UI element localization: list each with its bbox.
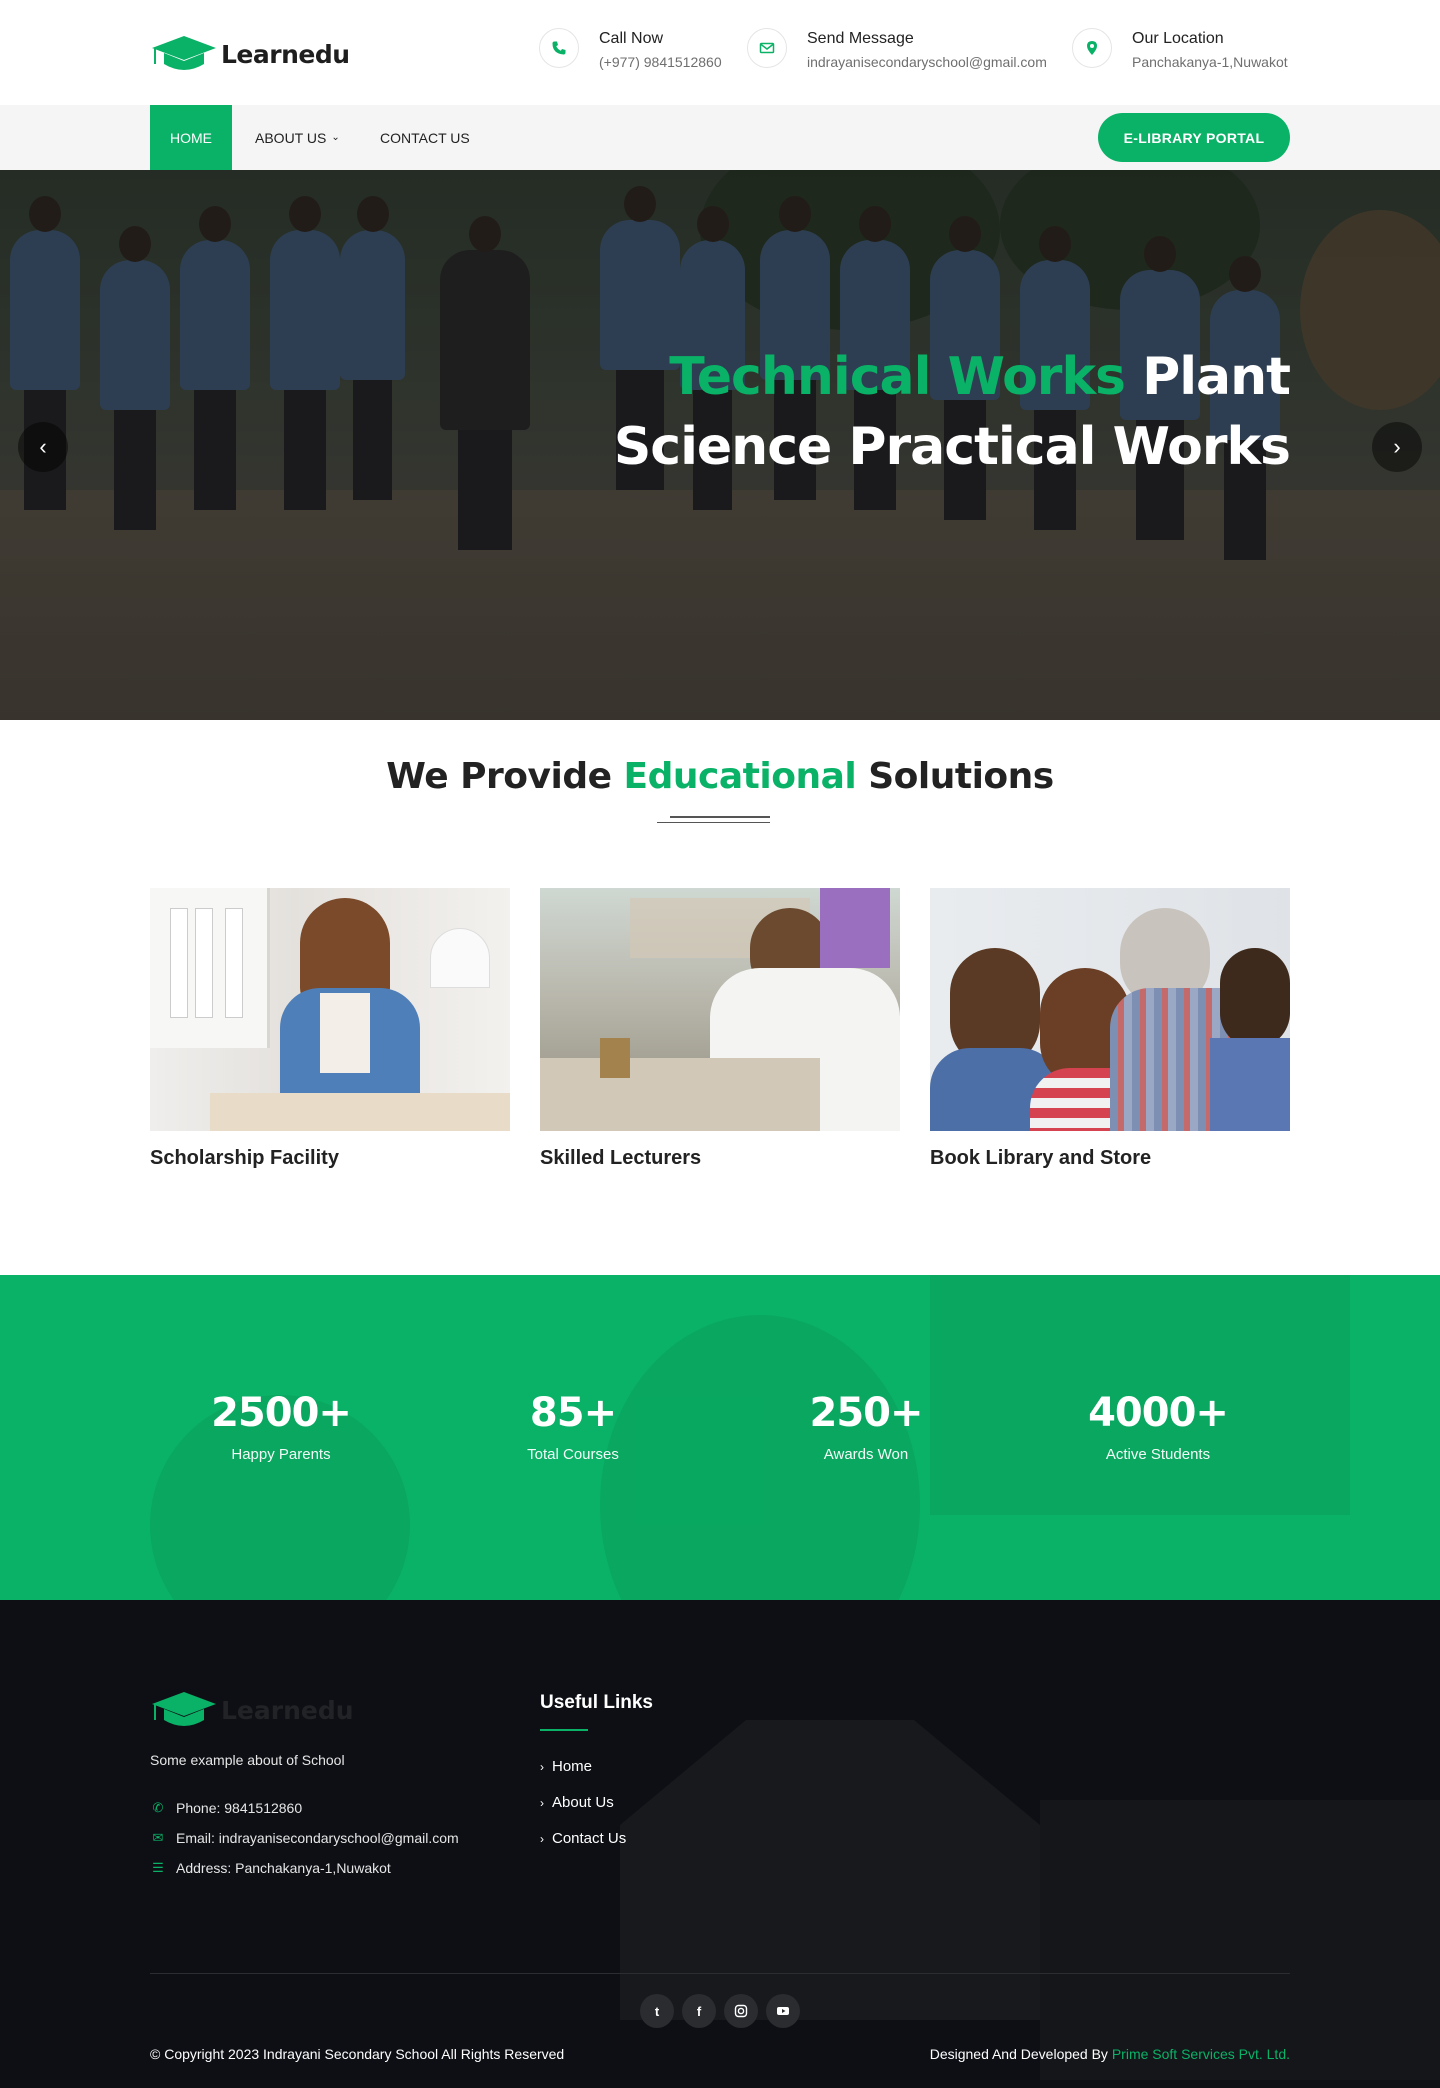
stat-label: Active Students bbox=[1105, 1446, 1211, 1463]
solutions-title-post: Solutions bbox=[856, 756, 1054, 797]
hero-slider: Technical Works Plant Science Practical … bbox=[0, 170, 1440, 720]
footer-logo-text: Learnedu bbox=[221, 1695, 354, 1725]
youtube-icon[interactable] bbox=[766, 1994, 800, 2028]
credit-link[interactable]: Prime Soft Services Pvt. Ltd. bbox=[1112, 2046, 1290, 2062]
credit-text: Designed And Developed By Prime Soft Ser… bbox=[930, 2046, 1290, 2062]
footer-about: Some example about of School bbox=[150, 1752, 345, 1768]
site-footer: Learnedu Some example about of School ✆ … bbox=[0, 1600, 1440, 2088]
graduation-cap-icon bbox=[152, 1692, 216, 1726]
chevron-right-icon: › bbox=[540, 1759, 544, 1774]
feature-card[interactable]: Book Library and Store bbox=[930, 888, 1290, 1170]
footer-link-label: Contact Us bbox=[552, 1830, 627, 1847]
hero-title-part1: Plant bbox=[1124, 347, 1291, 407]
nav-contact-us[interactable]: CONTACT US bbox=[380, 105, 470, 170]
chevron-down-icon: ⌄ bbox=[331, 132, 340, 143]
hero-title: Technical Works Plant Science Practical … bbox=[613, 342, 1291, 482]
contact-value: Panchakanya-1,Nuwakot bbox=[1132, 54, 1288, 70]
feature-card[interactable]: Scholarship Facility bbox=[150, 888, 510, 1170]
map-pin-icon bbox=[1072, 28, 1112, 68]
envelope-icon bbox=[747, 28, 787, 68]
nav-home[interactable]: HOME bbox=[150, 105, 232, 170]
footer-link-about-us[interactable]: › About Us bbox=[540, 1794, 614, 1811]
nav-label: HOME bbox=[170, 129, 212, 146]
title-divider bbox=[670, 816, 770, 818]
footer-email-text: Email: indrayanisecondaryschool@gmail.co… bbox=[176, 1830, 459, 1846]
map-icon: ☰ bbox=[152, 1860, 164, 1875]
footer-phone-text: Phone: 9841512860 bbox=[176, 1800, 303, 1816]
feature-image bbox=[150, 888, 510, 1131]
contact-call: Call Now (+977) 9841512860 bbox=[539, 28, 722, 70]
footer-phone: ✆ Phone: 9841512860 bbox=[150, 1800, 303, 1816]
solutions-title-highlight: Educational bbox=[623, 756, 857, 797]
footer-link-contact-us[interactable]: › Contact Us bbox=[540, 1830, 626, 1847]
credit-prefix: Designed And Developed By bbox=[929, 2046, 1112, 2062]
stat-value: 4000+ bbox=[1088, 1390, 1229, 1436]
hero-title-highlight: Technical Works bbox=[669, 347, 1126, 407]
nav-label: ABOUT US bbox=[255, 129, 327, 146]
chevron-left-icon: ‹ bbox=[39, 434, 47, 459]
useful-links-underline bbox=[540, 1729, 588, 1731]
contact-title: Our Location bbox=[1132, 30, 1224, 47]
footer-divider bbox=[150, 1973, 1290, 1974]
stat-value: 2500+ bbox=[211, 1390, 352, 1436]
footer-email: ✉ Email: indrayanisecondaryschool@gmail.… bbox=[150, 1830, 459, 1846]
phone-icon bbox=[539, 28, 579, 68]
stat-value: 85+ bbox=[529, 1390, 617, 1436]
stat-value: 250+ bbox=[809, 1390, 923, 1436]
useful-links-title: Useful Links bbox=[540, 1692, 653, 1713]
slider-prev-button[interactable]: ‹ bbox=[18, 422, 68, 472]
feature-image bbox=[930, 888, 1290, 1131]
e-library-portal-button[interactable]: E-LIBRARY PORTAL bbox=[1098, 113, 1290, 162]
stat-label: Awards Won bbox=[823, 1446, 909, 1463]
copyright-text: © Copyright 2023 Indrayani Secondary Sch… bbox=[150, 2046, 565, 2062]
logo-text: Learnedu bbox=[221, 39, 350, 69]
contact-title: Call Now bbox=[599, 30, 664, 47]
stat-total-courses: 85+ Total Courses bbox=[443, 1390, 703, 1463]
stat-label: Total Courses bbox=[527, 1446, 619, 1463]
phone-icon: ✆ bbox=[152, 1800, 164, 1815]
chevron-right-icon: › bbox=[540, 1795, 544, 1810]
stat-awards-won: 250+ Awards Won bbox=[736, 1390, 996, 1463]
nav-label: CONTACT US bbox=[380, 129, 470, 146]
solutions-title-pre: We Provide bbox=[386, 756, 624, 797]
stat-active-students: 4000+ Active Students bbox=[1028, 1390, 1288, 1463]
footer-link-label: Home bbox=[552, 1758, 593, 1775]
stat-label: Happy Parents bbox=[231, 1446, 331, 1463]
feature-caption: Skilled Lecturers bbox=[540, 1147, 702, 1169]
stat-happy-parents: 2500+ Happy Parents bbox=[151, 1390, 411, 1463]
footer-address: ☰ Address: Panchakanya-1,Nuwakot bbox=[150, 1860, 391, 1876]
graduation-cap-icon bbox=[152, 36, 216, 70]
feature-card[interactable]: Skilled Lecturers bbox=[540, 888, 900, 1170]
hero-title-part2: Science Practical Works bbox=[613, 417, 1291, 477]
solutions-title: We Provide Educational Solutions bbox=[0, 756, 1440, 797]
chevron-right-icon: › bbox=[1393, 434, 1401, 459]
contact-value: (+977) 9841512860 bbox=[599, 54, 722, 70]
feature-caption: Book Library and Store bbox=[930, 1147, 1152, 1169]
feature-image bbox=[540, 888, 900, 1131]
top-header: Learnedu Call Now (+977) 9841512860 Send… bbox=[0, 0, 1440, 105]
slider-next-button[interactable]: › bbox=[1372, 422, 1422, 472]
contact-value[interactable]: indrayanisecondaryschool@gmail.com bbox=[807, 54, 1047, 70]
footer-link-home[interactable]: › Home bbox=[540, 1758, 592, 1775]
title-divider bbox=[657, 822, 770, 823]
footer-link-label: About Us bbox=[552, 1794, 614, 1811]
site-logo[interactable]: Learnedu bbox=[150, 34, 350, 74]
instagram-icon[interactable] bbox=[724, 1994, 758, 2028]
feature-caption: Scholarship Facility bbox=[150, 1147, 339, 1169]
nav-about-us[interactable]: ABOUT US ⌄ bbox=[255, 105, 340, 170]
stats-section: 2500+ Happy Parents 85+ Total Courses 25… bbox=[0, 1275, 1440, 1600]
footer-address-text: Address: Panchakanya-1,Nuwakot bbox=[176, 1860, 391, 1876]
contact-location: Our Location Panchakanya-1,Nuwakot bbox=[1072, 28, 1288, 70]
chevron-right-icon: › bbox=[540, 1831, 544, 1846]
contact-message: Send Message indrayanisecondaryschool@gm… bbox=[747, 28, 1047, 70]
contact-title: Send Message bbox=[807, 30, 914, 47]
footer-logo[interactable]: Learnedu bbox=[150, 1690, 354, 1730]
facebook-icon[interactable]: f bbox=[682, 1994, 716, 2028]
twitter-icon[interactable]: t bbox=[640, 1994, 674, 2028]
envelope-icon: ✉ bbox=[152, 1830, 164, 1845]
